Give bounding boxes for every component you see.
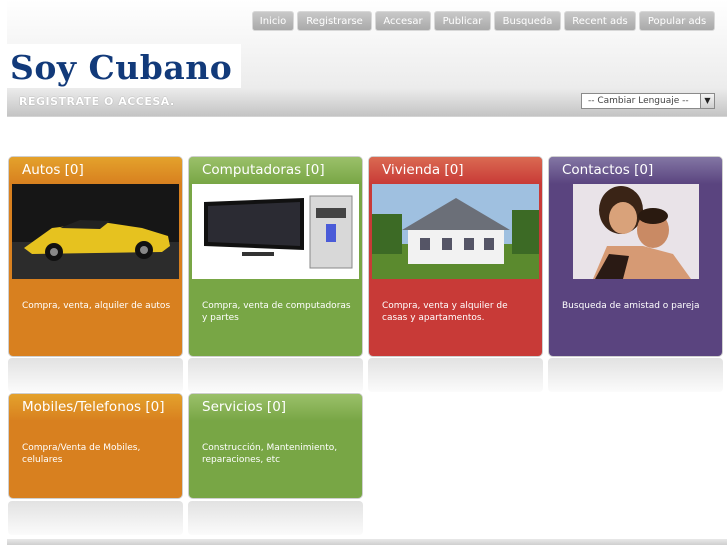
card-title[interactable]: Computadoras [0]	[189, 157, 362, 184]
card-reflection	[548, 358, 723, 392]
category-card-contactos[interactable]: Contactos [0] Busqueda de amistad o pare…	[548, 156, 723, 357]
card-title[interactable]: Autos [0]	[9, 157, 182, 184]
nav-publicar[interactable]: Publicar	[434, 11, 491, 31]
category-card-computadoras[interactable]: Computadoras [0] Compra, venta de comput…	[188, 156, 363, 357]
card-title[interactable]: Contactos [0]	[549, 157, 722, 184]
card-description: Busqueda de amistad o pareja	[562, 301, 700, 311]
category-card-vivienda[interactable]: Vivienda [0] Compra, venta y alquiler de…	[368, 156, 543, 357]
category-card-autos[interactable]: Autos [0] Compra, venta, alquiler de aut…	[8, 156, 183, 357]
language-select[interactable]: -- Cambiar Lenguaje -- ▼	[581, 93, 715, 109]
card-reflection	[8, 501, 183, 535]
card-description: Compra, venta y alquiler de casas y apar…	[382, 301, 508, 323]
card-title[interactable]: Vivienda [0]	[369, 157, 542, 184]
category-card-servicios[interactable]: Servicios [0] Construcción, Mantenimient…	[188, 393, 363, 499]
nav-registrarse[interactable]: Registrarse	[297, 11, 372, 31]
card-title[interactable]: Servicios [0]	[189, 394, 362, 421]
site-logo[interactable]: Soy Cubano	[7, 44, 241, 88]
computer-image[interactable]	[192, 184, 359, 279]
car-image[interactable]	[12, 184, 179, 279]
register-or-login-link[interactable]: REGISTRATE O ACCESA.	[19, 95, 175, 108]
nav-accesar[interactable]: Accesar	[375, 11, 431, 31]
login-bar: REGISTRATE O ACCESA. -- Cambiar Lenguaje…	[7, 88, 727, 117]
card-description: Compra, venta de computadoras y partes	[202, 301, 351, 323]
footer-bar	[7, 539, 727, 545]
card-reflection	[188, 501, 363, 535]
card-description: Construcción, Mantenimiento, reparacione…	[202, 443, 338, 465]
nav-busqueda[interactable]: Busqueda	[494, 11, 561, 31]
card-reflection	[368, 358, 543, 392]
nav-recent-ads[interactable]: Recent ads	[564, 11, 636, 31]
dropdown-arrow-icon[interactable]: ▼	[700, 94, 714, 108]
card-title[interactable]: Mobiles/Telefonos [0]	[9, 394, 182, 421]
category-card-mobiles[interactable]: Mobiles/Telefonos [0] Compra/Venta de Mo…	[8, 393, 183, 499]
nav-inicio[interactable]: Inicio	[252, 11, 294, 31]
house-image[interactable]	[372, 184, 539, 279]
logo-text: Soy Cubano	[10, 48, 233, 87]
card-description: Compra/Venta de Mobiles, celulares	[22, 443, 141, 465]
couple-image[interactable]	[573, 184, 699, 279]
card-reflection	[188, 358, 363, 392]
nav-popular-ads[interactable]: Popular ads	[639, 11, 715, 31]
language-select-value: -- Cambiar Lenguaje --	[588, 96, 689, 106]
card-description: Compra, venta, alquiler de autos	[22, 301, 171, 311]
card-reflection	[8, 358, 183, 392]
